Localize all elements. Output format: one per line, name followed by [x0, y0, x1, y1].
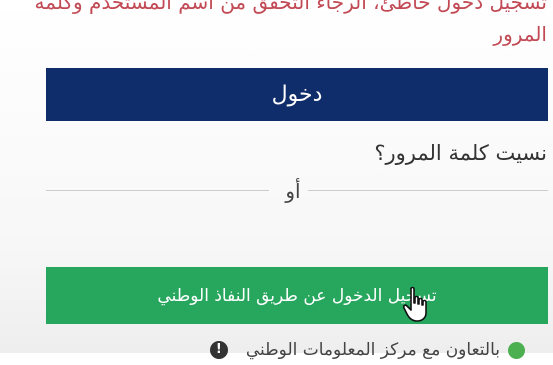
hand-cursor-icon — [402, 286, 427, 322]
footer-text: بالتعاون مع مركز المعلومات الوطني — [245, 340, 500, 360]
or-divider: أو — [46, 176, 548, 206]
nafath-login-button[interactable]: تسجيل الدخول عن طريق النفاذ الوطني — [46, 267, 548, 324]
divider-line-left — [46, 190, 269, 191]
forgot-password-link[interactable]: نسيت كلمة المرور؟ — [374, 138, 547, 168]
info-icon[interactable]: ! — [209, 341, 228, 359]
login-button[interactable]: دخول — [46, 68, 548, 121]
footer-attribution: بالتعاون مع مركز المعلومات الوطني ! — [209, 335, 525, 365]
divider-line-right — [308, 190, 548, 191]
login-panel: تسجيل دخول خاطئ، الرجاء التحقق من اسم ال… — [0, 0, 553, 360]
or-label: أو — [285, 179, 301, 203]
partner-logo-icon — [508, 341, 525, 359]
error-message: تسجيل دخول خاطئ، الرجاء التحقق من اسم ال… — [34, 0, 547, 46]
